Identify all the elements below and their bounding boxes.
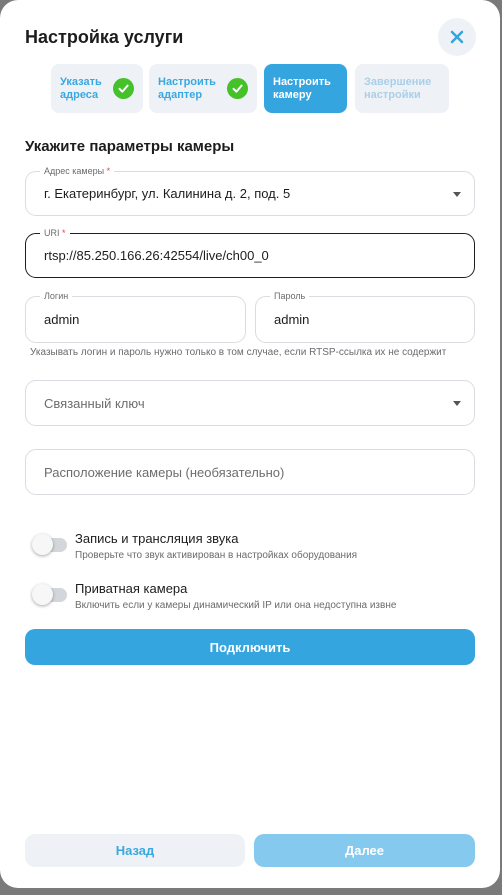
check-icon bbox=[227, 78, 248, 99]
location-placeholder: Расположение камеры (необязательно) bbox=[44, 464, 285, 480]
connect-button[interactable]: Подключить bbox=[25, 629, 475, 665]
uri-value: rtsp://85.250.166.26:42554/live/ch00_0 bbox=[44, 248, 269, 263]
password-field[interactable]: Пароль admin bbox=[255, 290, 475, 343]
service-setup-dialog: Настройка услуги Указать адреса Настроит… bbox=[0, 0, 500, 888]
step-label: Указать адреса bbox=[60, 75, 102, 101]
step-finish[interactable]: Завершение настройки bbox=[355, 64, 449, 113]
location-field[interactable]: Расположение камеры (необязательно) bbox=[25, 449, 475, 495]
chevron-down-icon bbox=[453, 191, 461, 197]
linked-key-select[interactable]: Связанный ключ bbox=[25, 380, 475, 426]
address-value: г. Екатеринбург, ул. Калинина д. 2, под.… bbox=[44, 186, 291, 201]
sound-toggle-label: Запись и трансляция звука bbox=[75, 531, 239, 546]
toggle-knob bbox=[32, 584, 53, 605]
sound-toggle[interactable] bbox=[32, 534, 67, 555]
password-value: admin bbox=[274, 312, 310, 327]
step-camera[interactable]: Настроить камеру bbox=[264, 64, 347, 113]
close-button[interactable] bbox=[438, 18, 476, 56]
toggle-knob bbox=[32, 534, 53, 555]
back-button[interactable]: Назад bbox=[25, 834, 245, 867]
section-title: Укажите параметры камеры bbox=[25, 138, 235, 155]
next-button[interactable]: Далее bbox=[254, 834, 475, 867]
address-select[interactable]: Адрес камеры * г. Екатеринбург, ул. Кали… bbox=[25, 165, 475, 216]
check-icon bbox=[113, 78, 134, 99]
linked-key-placeholder: Связанный ключ bbox=[44, 395, 145, 411]
step-label: Настроить адаптер bbox=[158, 75, 216, 101]
private-camera-toggle[interactable] bbox=[32, 584, 67, 605]
login-value: admin bbox=[44, 312, 80, 327]
step-adapter[interactable]: Настроить адаптер bbox=[149, 64, 257, 113]
close-icon bbox=[450, 30, 464, 44]
chevron-down-icon bbox=[453, 401, 461, 406]
step-label: Настроить камеру bbox=[273, 75, 331, 101]
uri-field[interactable]: URI * rtsp://85.250.166.26:42554/live/ch… bbox=[25, 227, 475, 278]
sound-toggle-description: Проверьте что звук активирован в настрой… bbox=[75, 550, 358, 561]
credentials-hint: Указывать логин и пароль нужно только в … bbox=[30, 347, 447, 358]
private-toggle-label: Приватная камера bbox=[75, 581, 188, 596]
dialog-title: Настройка услуги bbox=[25, 27, 184, 47]
login-field[interactable]: Логин admin bbox=[25, 290, 246, 343]
step-label: Завершение настройки bbox=[364, 75, 432, 101]
step-addresses[interactable]: Указать адреса bbox=[51, 64, 143, 113]
private-toggle-description: Включить если у камеры динамический IP и… bbox=[75, 600, 397, 611]
